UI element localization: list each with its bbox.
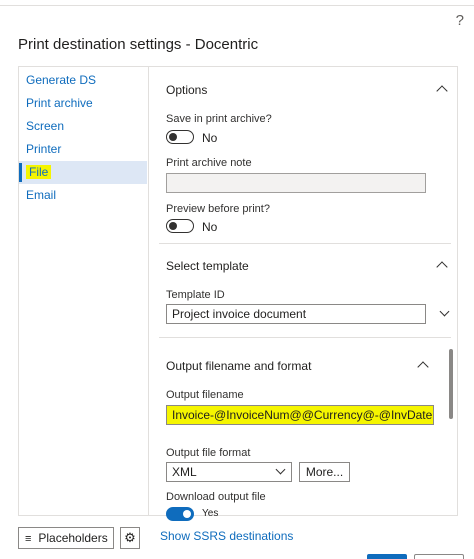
dialog-title: Print destination settings - Docentric [18, 36, 259, 53]
section-divider [159, 337, 451, 338]
destination-nav: Generate DS Print archive Screen Printer… [18, 66, 148, 516]
cancel-button[interactable] [414, 554, 464, 559]
settings-panel: Options Save in print archive? No Print … [148, 66, 458, 521]
save-archive-toggle[interactable] [166, 130, 194, 144]
options-section-title[interactable]: Options [166, 83, 207, 97]
template-id-label: Template ID [166, 289, 225, 301]
placeholders-button[interactable]: ≡ Placeholders [18, 527, 114, 549]
gear-icon: ⚙ [124, 530, 136, 545]
preview-value: No [202, 220, 218, 234]
nav-item-label: Print archive [26, 96, 93, 110]
output-filename-input[interactable]: Invoice-@InvoiceNum@@Currency@-@InvDate.… [166, 405, 434, 425]
help-icon[interactable]: ? [456, 12, 464, 29]
output-format-select[interactable]: XML [166, 462, 292, 482]
template-id-select[interactable]: Project invoice document [166, 304, 426, 324]
archive-note-label: Print archive note [166, 157, 252, 169]
output-format-value: XML [172, 465, 197, 479]
chevron-up-icon[interactable] [436, 261, 448, 273]
placeholders-button-label: Placeholders [38, 531, 108, 545]
chevron-down-icon[interactable] [439, 306, 450, 317]
toggle-knob [183, 510, 191, 518]
nav-item-label: File [26, 165, 52, 179]
nav-item-label: Screen [26, 119, 65, 133]
nav-item-label: Email [26, 188, 57, 202]
nav-item-label: Printer [26, 142, 62, 156]
template-section-title[interactable]: Select template [166, 259, 249, 273]
more-button[interactable]: More... [299, 462, 350, 482]
output-filename-label: Output filename [166, 389, 244, 401]
chevron-up-icon[interactable] [436, 85, 448, 97]
download-output-label: Download output file [166, 491, 266, 503]
nav-item-label: Generate DS [26, 73, 97, 87]
preview-toggle[interactable] [166, 219, 194, 233]
panel-scrollbar[interactable] [449, 349, 453, 419]
output-format-label: Output file format [166, 447, 251, 459]
chevron-up-icon[interactable] [417, 361, 429, 373]
toggle-knob [169, 133, 177, 141]
settings-button[interactable]: ⚙ [120, 527, 140, 549]
output-section-title[interactable]: Output filename and format [166, 359, 311, 373]
toggle-knob [169, 222, 177, 230]
save-archive-label: Save in print archive? [166, 113, 272, 125]
nav-item-email[interactable]: Email [19, 184, 147, 207]
section-divider [159, 243, 451, 244]
show-ssrs-link[interactable]: Show SSRS destinations [160, 529, 293, 543]
download-output-toggle[interactable] [166, 507, 194, 521]
save-archive-value: No [202, 131, 218, 145]
top-border [0, 0, 474, 6]
archive-note-field[interactable] [166, 173, 426, 193]
nav-item-file[interactable]: File [19, 161, 147, 184]
nav-item-print-archive[interactable]: Print archive [19, 92, 147, 115]
nav-item-screen[interactable]: Screen [19, 115, 147, 138]
download-output-value: Yes [202, 508, 219, 519]
template-id-value: Project invoice document [172, 307, 307, 321]
preview-label: Preview before print? [166, 203, 270, 215]
nav-item-printer[interactable]: Printer [19, 138, 147, 161]
list-icon: ≡ [25, 533, 32, 545]
ok-button[interactable] [367, 554, 407, 559]
nav-item-generate-ds[interactable]: Generate DS [19, 69, 147, 92]
